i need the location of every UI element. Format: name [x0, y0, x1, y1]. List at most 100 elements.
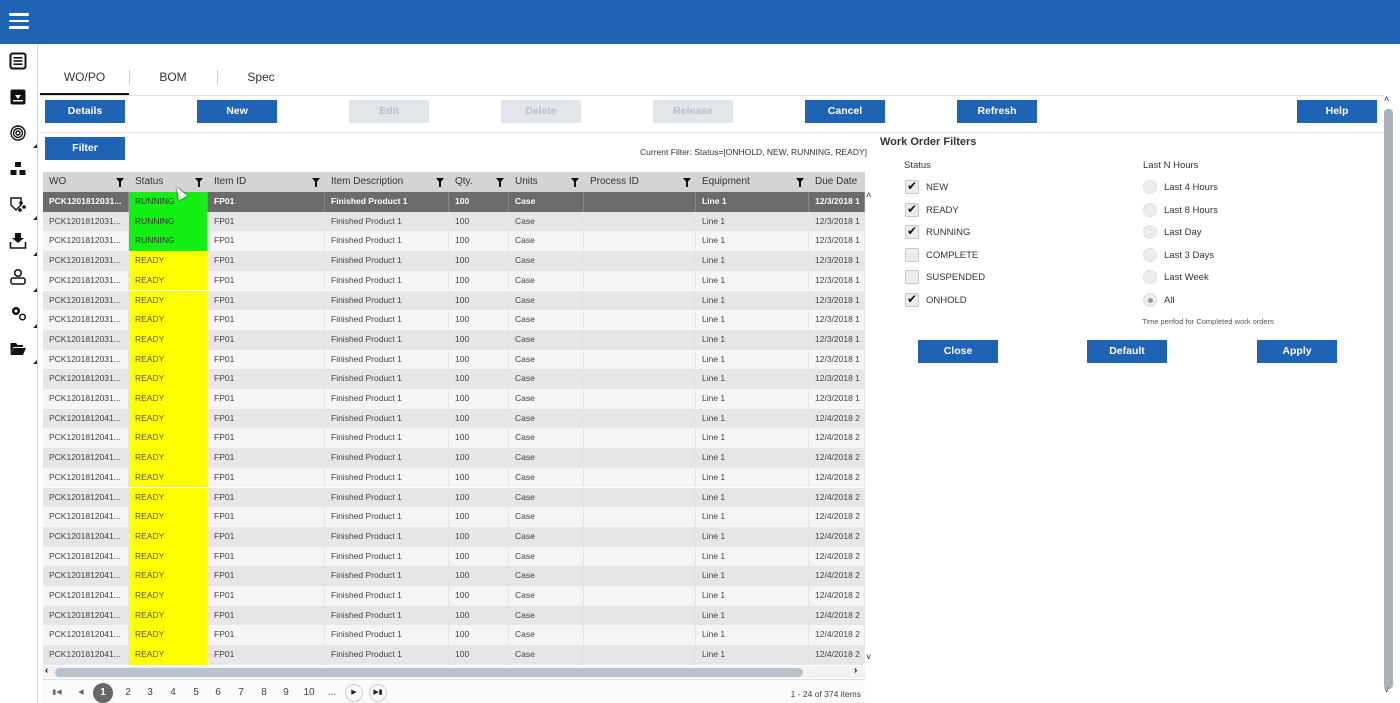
- hours-radio[interactable]: [1143, 202, 1157, 217]
- table-row[interactable]: PCK1201812041... READY FP01 Finished Produc…: [43, 526, 865, 547]
- page-link[interactable]: 6: [210, 685, 226, 701]
- details-button[interactable]: Details: [45, 100, 125, 123]
- table-row[interactable]: PCK1201812031... READY FP01 Finished Produc…: [43, 270, 865, 291]
- table-row[interactable]: PCK1201812041... READY FP01 Finished Produc…: [43, 448, 865, 468]
- filter-icon[interactable]: [116, 178, 124, 187]
- table-row[interactable]: PCK1201812041... READY FP01 Finished Produc…: [43, 566, 865, 586]
- table-row[interactable]: PCK1201812041... READY FP01 Finished Produc…: [43, 487, 865, 508]
- filter-icon[interactable]: [312, 178, 320, 187]
- column-header-process-id[interactable]: Process ID: [584, 172, 696, 192]
- table-row[interactable]: PCK1201812041... READY FP01 Finished Produc…: [43, 546, 865, 567]
- cancel-button[interactable]: Cancel: [805, 100, 885, 123]
- page-vertical-scrollbar[interactable]: ˄ ˅: [1383, 94, 1395, 700]
- tab-wo-po[interactable]: WO/PO: [40, 64, 129, 95]
- hours-radio[interactable]: [1143, 270, 1157, 285]
- page-scroll-down-icon[interactable]: ˅: [1384, 685, 1389, 695]
- last-page-icon[interactable]: ▶▮: [369, 684, 387, 702]
- page-link[interactable]: 8: [256, 685, 272, 701]
- page-link[interactable]: 1: [93, 683, 113, 703]
- status-checkbox-label[interactable]: COMPLETE: [926, 250, 978, 261]
- table-row[interactable]: PCK1201812031... READY FP01 Finished Produc…: [43, 349, 865, 370]
- table-row[interactable]: PCK1201812041... READY FP01 Finished Produc…: [43, 625, 865, 646]
- table-row[interactable]: PCK1201812031... READY FP01 Finished Produc…: [43, 389, 865, 409]
- hours-radio-label[interactable]: Last 4 Hours: [1164, 182, 1218, 193]
- table-row[interactable]: PCK1201812041... READY FP01 Finished Produc…: [43, 586, 865, 606]
- hours-radio-label[interactable]: Last 3 Days: [1164, 250, 1214, 261]
- table-row[interactable]: PCK1201812041... READY FP01 Finished Produc…: [43, 408, 865, 429]
- status-checkbox-label[interactable]: ONHOLD: [926, 295, 967, 306]
- sidebar-item-fingerprint[interactable]: [9, 124, 37, 148]
- hamburger-menu-icon[interactable]: [9, 13, 29, 29]
- table-row[interactable]: PCK1201812041... READY FP01 Finished Produc…: [43, 507, 865, 527]
- sidebar-item-folder[interactable]: [9, 340, 37, 364]
- filter-button[interactable]: Filter: [45, 137, 125, 160]
- sidebar-item-download[interactable]: [9, 232, 37, 256]
- default-filters-button[interactable]: Default: [1087, 340, 1167, 363]
- column-header-item-id[interactable]: Item ID: [208, 172, 325, 192]
- sidebar-item-hierarchy[interactable]: [9, 160, 29, 180]
- column-header-item-description[interactable]: Item Description: [325, 172, 449, 192]
- grid-horizontal-scrollbar[interactable]: ‹ ›: [43, 665, 865, 678]
- status-checkbox-complete[interactable]: [905, 247, 919, 262]
- sidebar-item-list[interactable]: [9, 52, 29, 72]
- status-checkbox-new[interactable]: [905, 179, 919, 194]
- edit-button[interactable]: Edit: [349, 100, 429, 123]
- status-checkbox-label[interactable]: RUNNING: [926, 227, 970, 238]
- hours-radio-label[interactable]: Last 8 Hours: [1164, 205, 1218, 216]
- page-link[interactable]: 9: [278, 685, 294, 701]
- scroll-right-icon[interactable]: ›: [854, 665, 857, 676]
- column-header-wo[interactable]: WO: [43, 172, 129, 192]
- hours-radio[interactable]: [1143, 247, 1157, 262]
- hours-radio[interactable]: [1143, 225, 1157, 240]
- filter-icon[interactable]: [436, 178, 444, 187]
- filter-icon[interactable]: [496, 178, 504, 187]
- scroll-left-icon[interactable]: ‹: [45, 665, 48, 676]
- filter-icon[interactable]: [571, 178, 579, 187]
- table-row[interactable]: PCK1201812031... READY FP01 Finished Produc…: [43, 369, 865, 389]
- apply-filters-button[interactable]: Apply: [1257, 340, 1337, 363]
- table-row[interactable]: PCK1201812031... RUNNING FP01 Finished Prod…: [43, 192, 865, 212]
- filter-icon[interactable]: [796, 178, 804, 187]
- scroll-up-icon[interactable]: ˄: [866, 190, 871, 200]
- table-row[interactable]: PCK1201812031... RUNNING FP01 Finished Prod…: [43, 211, 865, 232]
- page-link[interactable]: 5: [188, 685, 204, 701]
- tab-spec[interactable]: Spec: [219, 64, 303, 95]
- column-header-due-date[interactable]: Due Date: [809, 172, 865, 192]
- page-link[interactable]: 10: [299, 685, 319, 701]
- status-checkbox-onhold[interactable]: [905, 292, 919, 307]
- sidebar-item-settings[interactable]: [9, 304, 37, 328]
- page-scroll-up-icon[interactable]: ˄: [1384, 94, 1389, 104]
- column-header-equipment[interactable]: Equipment: [696, 172, 809, 192]
- page-link[interactable]: 3: [142, 685, 158, 701]
- scroll-down-icon[interactable]: ˅: [866, 652, 871, 662]
- page-scroll-thumb[interactable]: [1384, 109, 1393, 689]
- page-link[interactable]: ...: [324, 685, 340, 701]
- status-checkbox-running[interactable]: [905, 224, 919, 240]
- column-header-status[interactable]: Status: [129, 172, 208, 192]
- table-row[interactable]: PCK1201812041... READY FP01 Finished Produc…: [43, 467, 865, 488]
- horizontal-scroll-thumb[interactable]: [55, 668, 803, 677]
- hours-radio-label[interactable]: Last Week: [1164, 272, 1209, 283]
- status-checkbox-suspended[interactable]: [905, 270, 919, 285]
- grid-vertical-scrollbar[interactable]: ˄ ˅: [865, 190, 875, 666]
- close-filters-button[interactable]: Close: [918, 340, 998, 363]
- page-link[interactable]: 4: [165, 685, 181, 701]
- first-page-icon[interactable]: ▮◀: [49, 685, 65, 701]
- previous-page-icon[interactable]: ◀: [73, 685, 89, 701]
- sidebar-item-user[interactable]: [9, 268, 37, 292]
- tab-bom[interactable]: BOM: [131, 64, 215, 95]
- table-row[interactable]: PCK1201812031... READY FP01 Finished Produc…: [43, 251, 865, 271]
- table-row[interactable]: PCK1201812031... READY FP01 Finished Produc…: [43, 290, 865, 311]
- table-row[interactable]: PCK1201812031... READY FP01 Finished Produc…: [43, 329, 865, 350]
- hours-radio[interactable]: [1143, 293, 1157, 307]
- delete-button[interactable]: Delete: [501, 100, 581, 123]
- help-button[interactable]: Help: [1297, 100, 1377, 123]
- table-row[interactable]: PCK1201812041... READY FP01 Finished Produc…: [43, 645, 865, 665]
- release-button[interactable]: Release: [653, 100, 733, 123]
- hours-radio-label[interactable]: All: [1164, 295, 1175, 306]
- filter-icon[interactable]: [683, 178, 691, 187]
- status-checkbox-label[interactable]: READY: [926, 205, 959, 216]
- table-row[interactable]: PCK1201812041... READY FP01 Finished Produc…: [43, 428, 865, 449]
- status-checkbox-label[interactable]: SUSPENDED: [926, 272, 985, 283]
- page-link[interactable]: 7: [233, 685, 249, 701]
